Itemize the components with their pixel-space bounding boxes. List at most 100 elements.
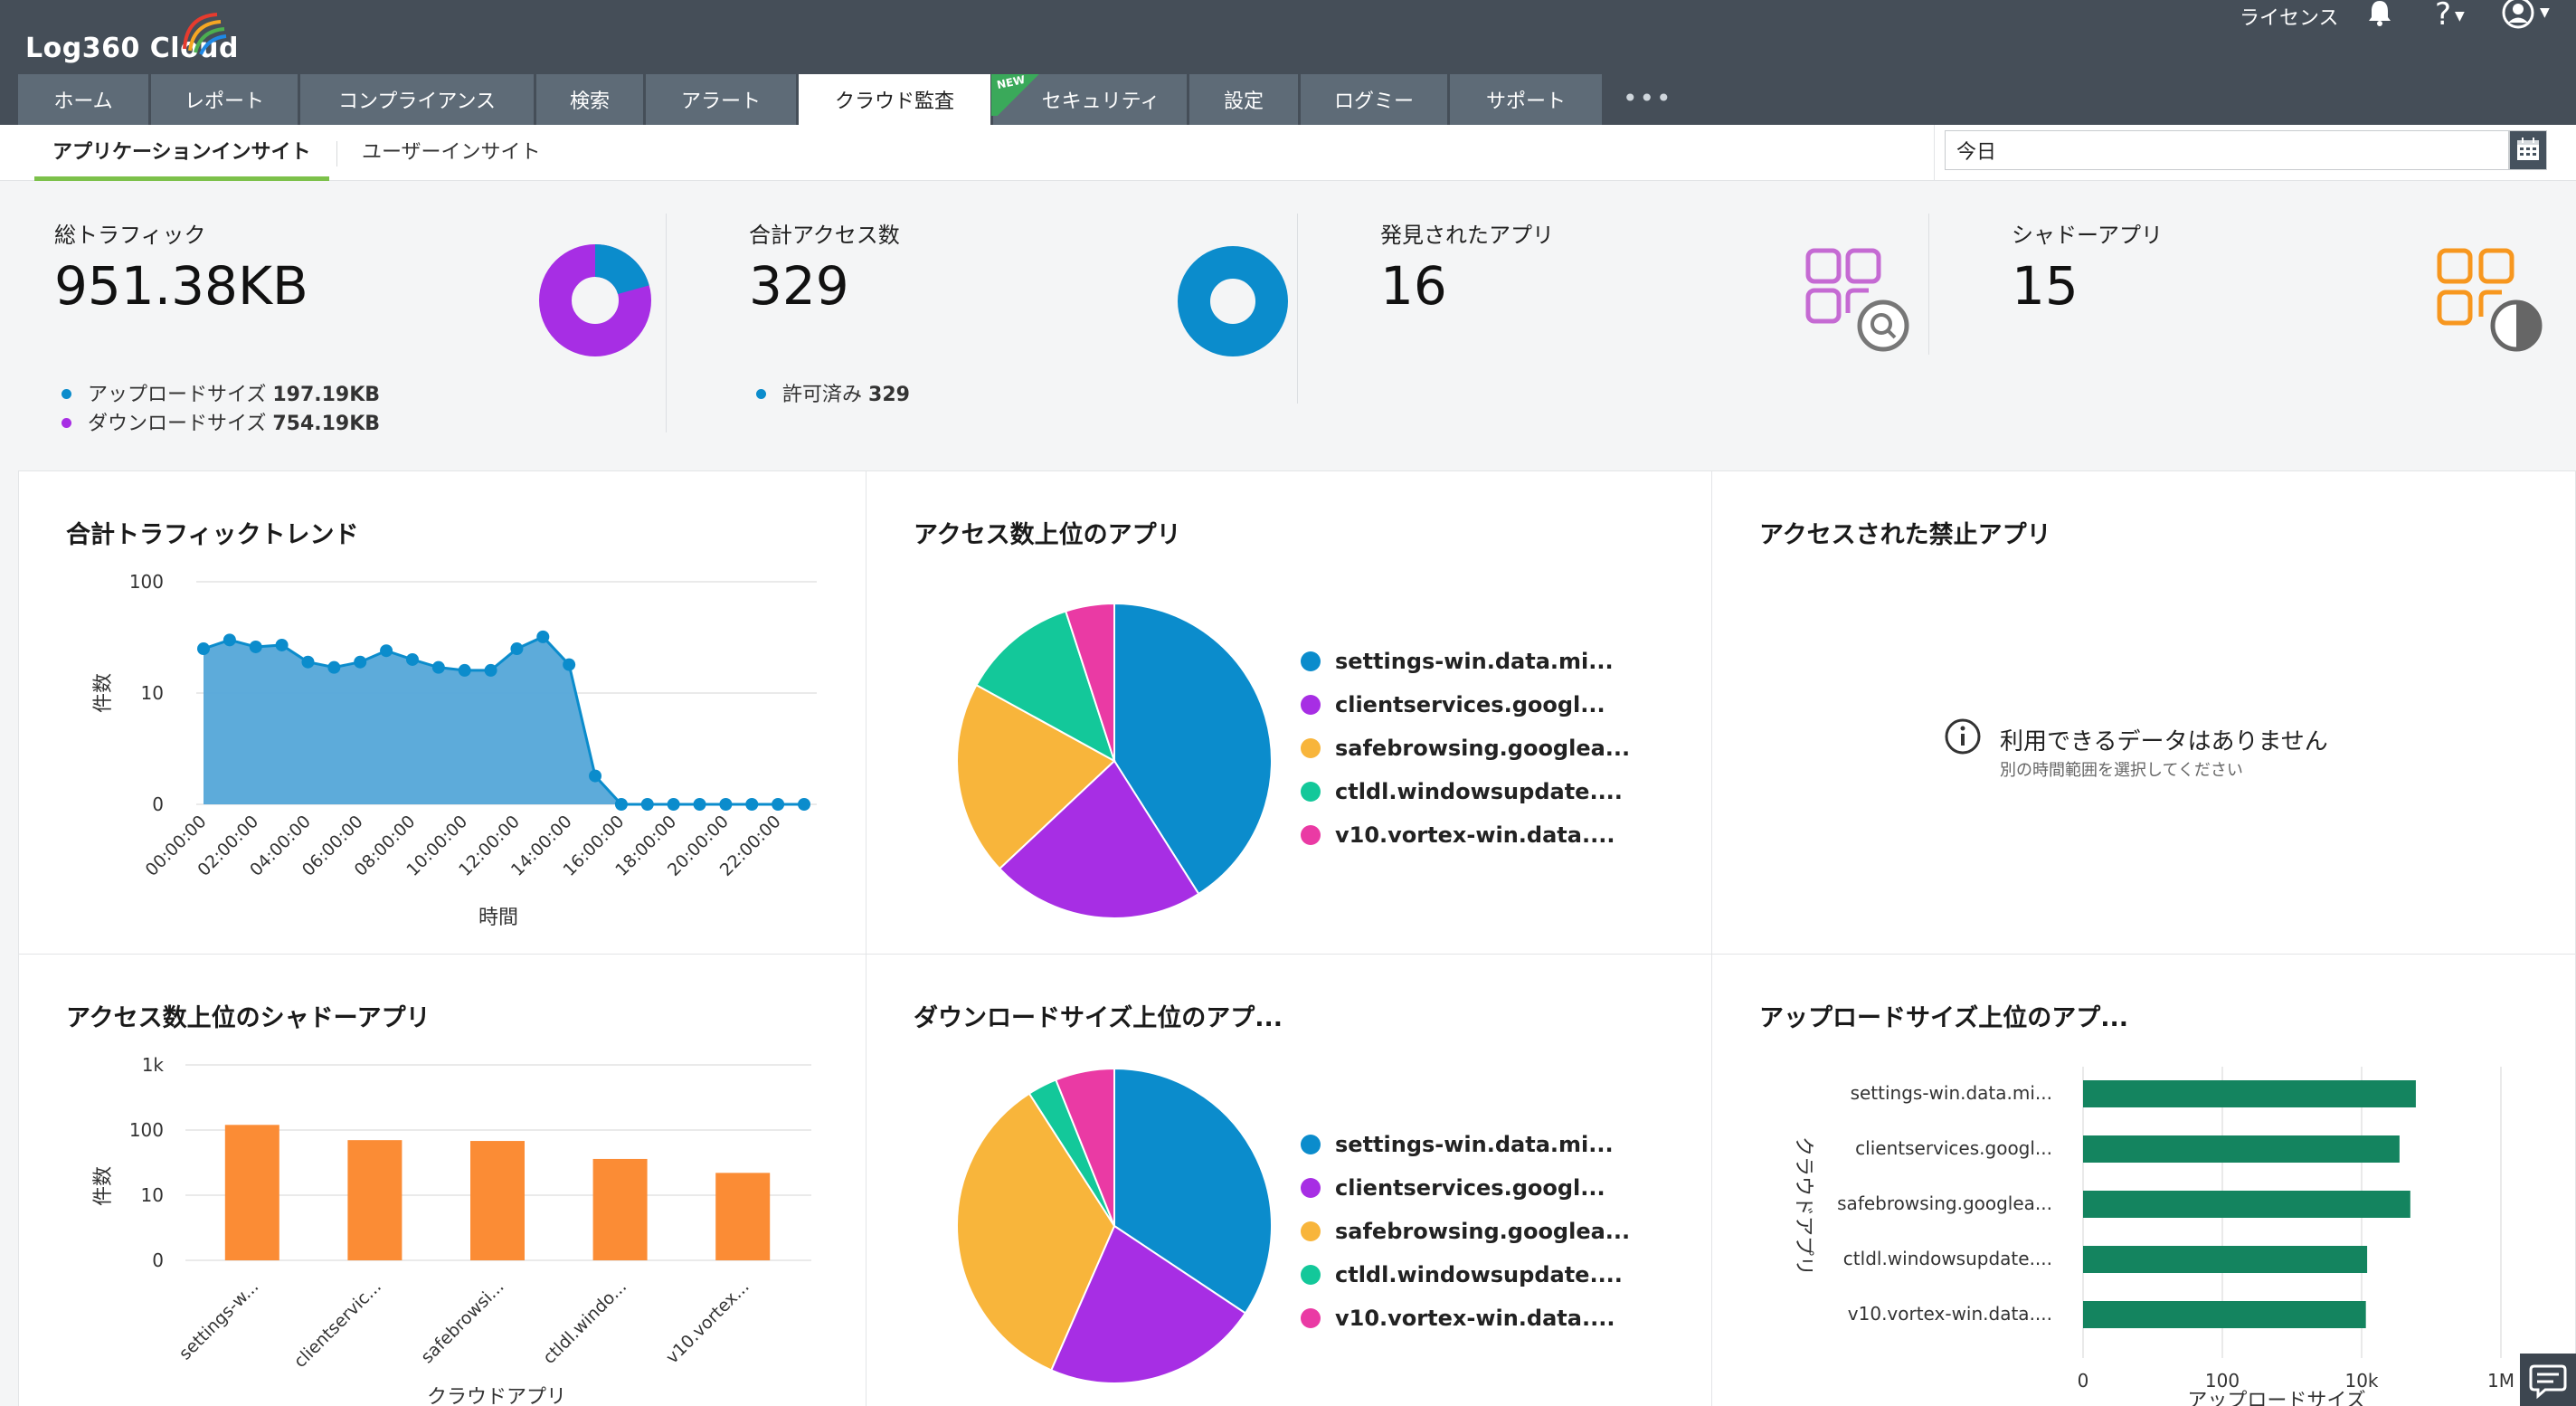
nav-tab-reports[interactable]: レポート (151, 74, 298, 125)
nav-tab-cloud-audit[interactable]: クラウド監査 (799, 74, 990, 125)
access-donut[interactable] (1178, 246, 1288, 356)
legend-dot (1301, 825, 1321, 845)
bar (715, 1173, 771, 1260)
x-axis-title: 時間 (478, 907, 518, 929)
legend-dot (1301, 1308, 1321, 1328)
discovered-apps-title: 発見されたアプリ (1380, 223, 1554, 248)
legend-label: settings-win.data.mi... (1335, 1132, 1614, 1157)
shadow-apps-value: 15 (2012, 255, 2079, 317)
data-point (380, 644, 393, 658)
bar (2083, 1301, 2366, 1328)
bell-icon[interactable] (2366, 0, 2393, 33)
user-avatar-icon[interactable]: ▼ (2500, 0, 2550, 31)
bar (224, 1125, 279, 1260)
subtab-application-insight[interactable]: アプリケーションインサイト (34, 136, 329, 181)
nav-tab-home[interactable]: ホーム (18, 74, 148, 125)
legend-label: safebrowsing.googlea... (1335, 1219, 1631, 1244)
allowed-dot (756, 388, 766, 399)
legend-item[interactable]: safebrowsing.googlea... (1301, 1219, 1630, 1262)
y-axis-title: クラウドアプリ (1792, 1136, 1814, 1276)
bar (2083, 1080, 2416, 1107)
main-nav: ホーム レポート コンプライアンス 検索 アラート クラウド監査 NEW セキュ… (18, 73, 1605, 125)
data-point (275, 638, 289, 651)
data-point (667, 798, 680, 811)
x-axis-title: アップロードサイズ (2187, 1390, 2365, 1406)
data-point (510, 642, 524, 656)
nav-tab-label: コンプライアンス (337, 90, 497, 113)
download-top-pie[interactable] (867, 955, 1283, 1406)
legend-dot (1301, 1265, 1321, 1285)
data-point (327, 660, 341, 674)
top-apps-pie[interactable] (867, 471, 1283, 955)
calendar-icon[interactable] (2509, 130, 2547, 170)
legend-item[interactable]: v10.vortex-win.data.... (1301, 822, 1630, 866)
top-apps-legend: settings-win.data.mi... clientservices.go… (1301, 649, 1630, 866)
more-menu-icon[interactable]: ••• (1623, 83, 1673, 113)
legend-item[interactable]: clientservices.googl... (1301, 1175, 1630, 1219)
subtab-user-insight[interactable]: ユーザーインサイト (344, 136, 559, 181)
x-tick-label: 0 (2078, 1370, 2089, 1392)
legend-item[interactable]: settings-win.data.mi... (1301, 1132, 1630, 1175)
traffic-donut[interactable] (539, 244, 651, 356)
traffic-trend-chart[interactable]: 01010000:00:0002:00:0004:00:0006:00:0008… (19, 471, 866, 955)
upload-top-chart[interactable]: 0 100 10k 1M settings-win.data.mi... clientse… (1712, 955, 2575, 1406)
y-tick-label: 100 (129, 1119, 164, 1141)
legend-item[interactable]: clientservices.googl... (1301, 692, 1630, 736)
y-tick-label: settings-win.data.mi... (1851, 1082, 2052, 1104)
y-tick-label: 1k (142, 1054, 165, 1076)
nav-tab-alerts[interactable]: アラート (646, 74, 796, 125)
nav-tab-security[interactable]: NEW セキュリティ (991, 73, 1187, 125)
chevron-down-icon: ▼ (2455, 8, 2465, 24)
y-tick-label: v10.vortex-win.data.... (1848, 1303, 2052, 1325)
legend-item[interactable]: settings-win.data.mi... (1301, 649, 1630, 692)
y-tick-label: 10 (141, 1184, 164, 1206)
date-range-input[interactable] (1945, 130, 2509, 170)
nav-tab-support[interactable]: サポート (1450, 74, 1602, 125)
panel-title: アクセスされた禁止アプリ (1759, 521, 2051, 549)
x-tick-label: v10.vortex... (662, 1277, 753, 1368)
legend-label: safebrowsing.googlea... (1335, 736, 1631, 761)
y-tick-label: 10 (141, 682, 164, 704)
y-axis-title: 件数 (92, 1166, 115, 1206)
legend-item[interactable]: safebrowsing.googlea... (1301, 736, 1630, 779)
data-point (458, 663, 471, 677)
y-tick-label: safebrowsing.googlea... (1837, 1192, 2052, 1214)
nav-tab-search[interactable]: 検索 (536, 74, 643, 125)
nav-tab-label: ホーム (53, 90, 113, 113)
top-shadow-apps-chart[interactable]: 0 10 100 1k settings-w... clientservic... safe… (19, 955, 866, 1406)
legend-dot (1301, 1135, 1321, 1154)
y-tick-label: 0 (152, 793, 164, 815)
data-point (249, 640, 262, 653)
x-tick-label: safebrowsi... (417, 1277, 507, 1367)
legend-label: clientservices.googl... (1335, 692, 1605, 717)
nav-tab-label: ログミー (1333, 90, 1414, 113)
x-tick-label: ctldl.windo... (539, 1277, 630, 1368)
data-point (563, 658, 576, 671)
y-tick-label: clientservices.googl... (1855, 1137, 2052, 1159)
license-link[interactable]: ライセンス (2240, 2, 2339, 31)
upload-label: アップロードサイズ (88, 384, 267, 406)
y-tick-label: ctldl.windowsupdate.... (1843, 1248, 2052, 1269)
panel-traffic-trend: 合計トラフィックトレンド 0 10 100 00:00:00 02:00:00 04:00… (18, 470, 867, 955)
legend-item[interactable]: ctldl.windowsupdate.... (1301, 779, 1630, 822)
bar (347, 1140, 402, 1260)
nav-tab-label: クラウド監査 (834, 90, 954, 113)
nav-tab-settings[interactable]: 設定 (1189, 74, 1298, 125)
download-value: 754.19KB (272, 413, 381, 435)
nav-tab-logme[interactable]: ログミー (1301, 74, 1447, 125)
legend-dot (1301, 651, 1321, 671)
legend-item[interactable]: ctldl.windowsupdate.... (1301, 1262, 1630, 1306)
help-icon[interactable]: ? ▼ (2435, 0, 2465, 33)
legend-item[interactable]: v10.vortex-win.data.... (1301, 1306, 1630, 1349)
summary-divider (666, 214, 667, 432)
data-point (223, 633, 236, 647)
y-tick-label: 0 (152, 1249, 164, 1271)
nav-tab-compliance[interactable]: コンプライアンス (300, 74, 534, 125)
download-top-legend: settings-win.data.mi... clientservices.go… (1301, 1132, 1630, 1349)
chat-icon[interactable] (2520, 1354, 2576, 1406)
x-tick-label: 100 (2205, 1370, 2240, 1392)
legend-dot (1301, 738, 1321, 758)
data-point (484, 663, 497, 677)
upload-value: 197.19KB (272, 384, 381, 406)
panel-upload-top: アップロードサイズ上位のアプ... 0 100 10k 1M settings-win.… (1711, 954, 2576, 1406)
